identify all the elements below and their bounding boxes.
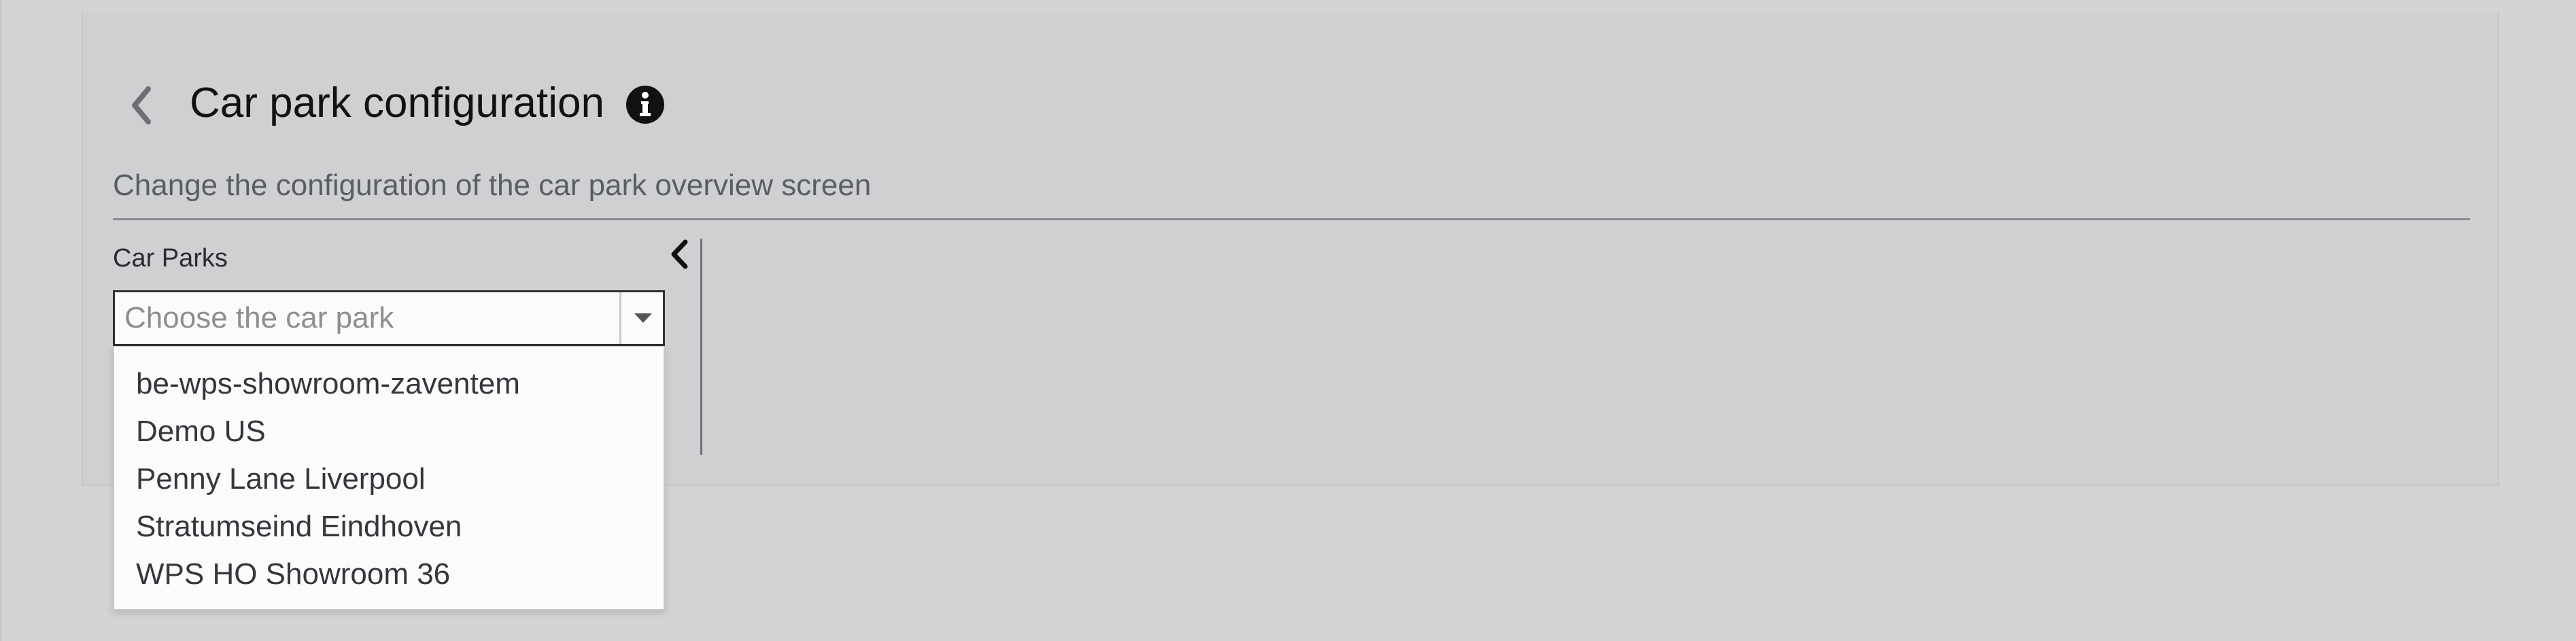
chevron-left-icon [132,86,151,124]
back-button[interactable] [121,82,162,129]
collapse-panel-button[interactable] [662,235,696,273]
window-edge [0,0,2,641]
dropdown-toggle[interactable] [623,292,663,344]
panel-splitter[interactable] [700,239,702,455]
dropdown-option[interactable]: Stratumseind Eindhoven [114,503,664,551]
page-subtitle: Change the configuration of the car park… [113,169,872,202]
dropdown-option[interactable]: Penny Lane Liverpool [114,455,664,503]
chevron-left-icon [671,239,688,269]
car-park-select[interactable] [113,290,665,346]
car-park-dropdown-menu: be-wps-showroom-zaventem Demo US Penny L… [113,347,665,610]
info-icon[interactable] [625,84,666,125]
select-separator [619,292,621,344]
caret-down-icon [634,313,652,323]
page-title: Car park configuration [190,80,604,126]
car-park-search-input[interactable] [124,292,587,344]
header-divider [113,218,2470,220]
dropdown-option[interactable]: WPS HO Showroom 36 [114,551,664,598]
dropdown-option[interactable]: Demo US [114,408,664,455]
car-parks-label: Car Parks [113,244,228,273]
dropdown-option[interactable]: be-wps-showroom-zaventem [114,360,664,408]
